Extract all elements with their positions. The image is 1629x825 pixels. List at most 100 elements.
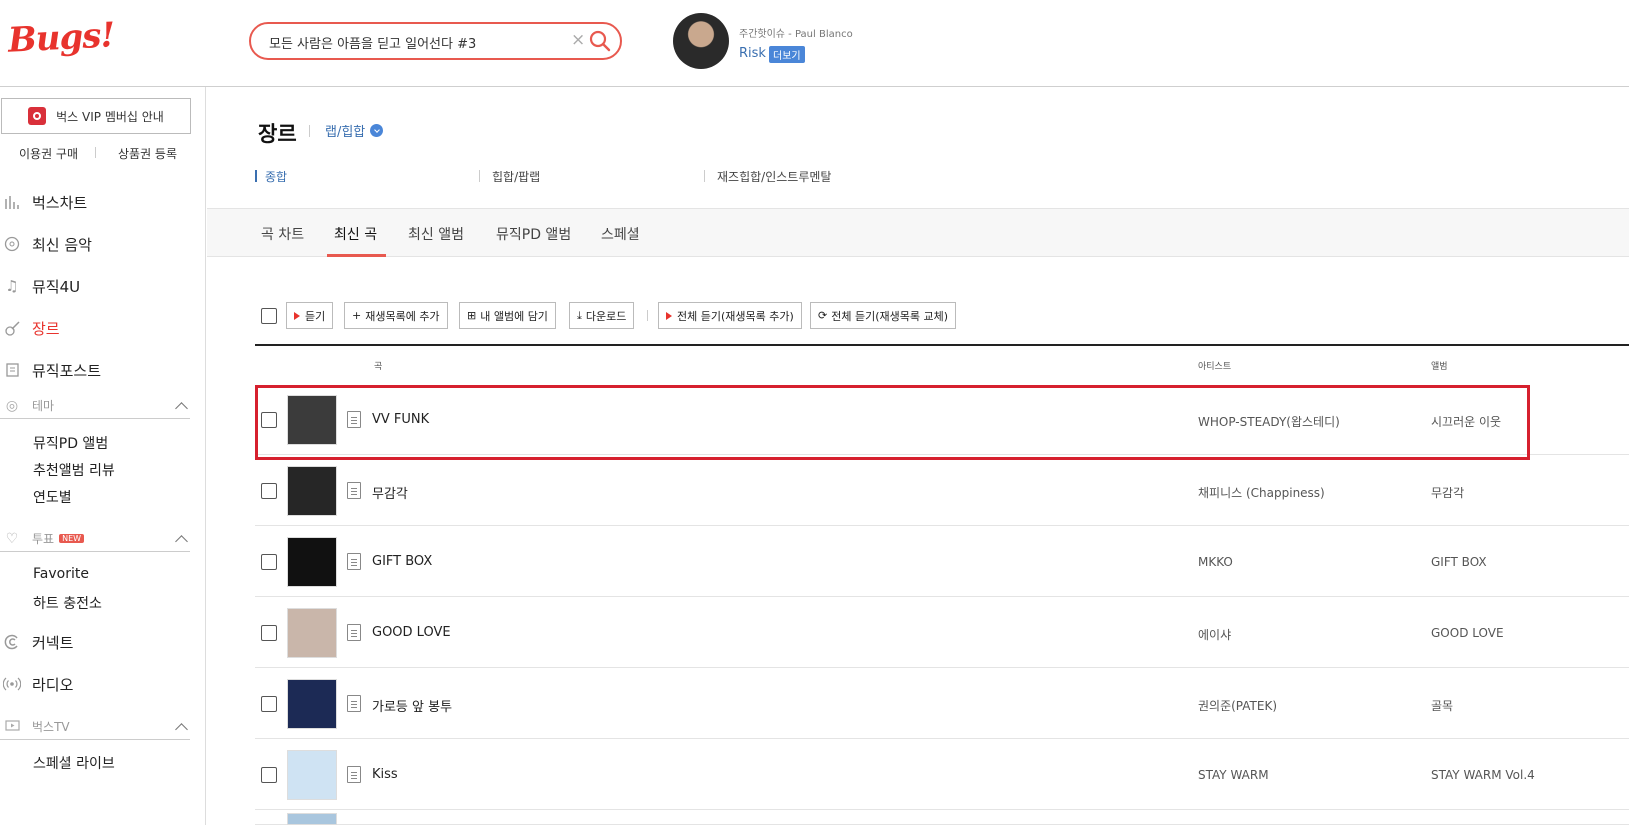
chevron-up-icon[interactable]: [175, 402, 188, 415]
chart-icon: [2, 192, 22, 212]
chevron-down-icon: [370, 124, 384, 137]
promo-title[interactable]: Risk: [739, 46, 766, 61]
page-title: 장르: [258, 122, 297, 146]
sidebar-sub-item[interactable]: Favorite: [33, 566, 89, 582]
vip-membership-button[interactable]: 벅스 VIP 멤버십 안내: [1, 98, 191, 134]
sidebar-item-connect[interactable]: 커넥트: [0, 630, 73, 654]
listen-all-add-button[interactable]: 전체 듣기(재생목록 추가): [658, 302, 802, 329]
subgenre-tab-all[interactable]: 종합: [265, 168, 287, 185]
lyrics-icon[interactable]: [347, 624, 361, 641]
column-header-album: 앨범: [1431, 362, 1448, 372]
lyrics-icon[interactable]: [347, 482, 361, 499]
table-row[interactable]: GIFT BOX MKKO GIFT BOX: [255, 527, 1629, 597]
divider: [704, 170, 705, 182]
album-cover[interactable]: [287, 466, 337, 516]
sidebar-item-music-post[interactable]: 뮤직포스트: [0, 358, 101, 382]
genre-dropdown[interactable]: 랩/힙합: [325, 121, 384, 140]
sidebar-item-bugs-chart[interactable]: 벅스차트: [0, 190, 87, 214]
button-label: 전체 듣기(재생목록 교체): [831, 309, 948, 323]
song-album[interactable]: 골목: [1431, 697, 1453, 714]
row-checkbox[interactable]: [261, 483, 277, 499]
sidebar-item-genre[interactable]: 장르: [0, 316, 60, 340]
add-to-album-button[interactable]: ⊞ 내 앨범에 담기: [459, 302, 556, 329]
search-box: ×: [249, 22, 622, 60]
tab-latest-albums[interactable]: 최신 앨범: [408, 224, 464, 244]
song-artist[interactable]: 권의준(PATEK): [1198, 697, 1277, 714]
tab-latest-songs[interactable]: 최신 곡: [334, 224, 377, 244]
clear-icon[interactable]: ×: [571, 30, 585, 50]
promo-more-badge[interactable]: 더보기: [769, 46, 805, 63]
album-cover[interactable]: [287, 750, 337, 800]
sidebar-sub-item[interactable]: 하트 충전소: [33, 593, 102, 613]
sidebar-item-new-music[interactable]: 최신 음악: [0, 232, 92, 256]
promo-avatar[interactable]: [673, 13, 729, 69]
bugs-logo[interactable]: Bugs!: [7, 15, 115, 61]
album-cover[interactable]: [287, 537, 337, 587]
search-input[interactable]: [269, 32, 554, 52]
table-header-line: [255, 344, 1629, 346]
song-album[interactable]: GIFT BOX: [1431, 555, 1487, 569]
sidebar-sub-item[interactable]: 스페셜 라이브: [33, 753, 115, 773]
song-artist[interactable]: STAY WARM: [1198, 768, 1269, 782]
sidebar-item-label: 장르: [32, 319, 60, 338]
listen-button[interactable]: 듣기: [286, 302, 334, 329]
album-cover[interactable]: [287, 679, 337, 729]
song-album[interactable]: GOOD LOVE: [1431, 626, 1504, 640]
section-vote[interactable]: ♡ 투표 NEW: [0, 526, 190, 552]
song-title[interactable]: VV FUNK: [372, 412, 429, 427]
table-row[interactable]: Kiss STAY WARM STAY WARM Vol.4: [255, 740, 1629, 810]
song-album[interactable]: STAY WARM Vol.4: [1431, 768, 1535, 782]
download-button[interactable]: ⤓ 다운로드: [569, 302, 635, 329]
row-checkbox[interactable]: [261, 412, 277, 428]
promo-subtitle: 주간핫이슈 - Paul Blanco: [739, 29, 853, 40]
song-title[interactable]: GIFT BOX: [372, 554, 432, 569]
song-album[interactable]: 무감각: [1431, 484, 1464, 501]
tab-musicpd-albums[interactable]: 뮤직PD 앨범: [496, 224, 571, 244]
song-title[interactable]: Kiss: [372, 767, 398, 782]
album-cover[interactable]: [287, 813, 337, 825]
row-checkbox[interactable]: [261, 554, 277, 570]
song-artist[interactable]: 에이샤: [1198, 626, 1231, 643]
sidebar-sub-item[interactable]: 뮤직PD 앨범: [33, 433, 108, 453]
row-checkbox[interactable]: [261, 625, 277, 641]
tab-special[interactable]: 스페셜: [601, 224, 640, 244]
song-artist[interactable]: MKKO: [1198, 555, 1233, 569]
album-cover[interactable]: [287, 395, 337, 445]
lyrics-icon[interactable]: [347, 411, 361, 428]
table-row[interactable]: GOOD LOVE 에이샤 GOOD LOVE: [255, 598, 1629, 668]
search-icon[interactable]: [589, 30, 611, 52]
song-title[interactable]: 가로등 앞 봉투: [372, 696, 452, 715]
song-artist[interactable]: WHOP-STEADY(왑스테디): [1198, 413, 1340, 430]
sidebar-sub-item[interactable]: 추천앨범 리뷰: [33, 460, 115, 480]
section-theme[interactable]: ◎ 테마: [0, 393, 190, 419]
song-title[interactable]: GOOD LOVE: [372, 625, 451, 640]
table-row[interactable]: VV FUNK WHOP-STEADY(왑스테디) 시끄러운 이웃: [255, 385, 1629, 455]
table-row[interactable]: 가로등 앞 봉투 권의준(PATEK) 골목: [255, 669, 1629, 739]
listen-all-replace-button[interactable]: ⟳ 전체 듣기(재생목록 교체): [810, 302, 956, 329]
song-title[interactable]: 무감각: [372, 483, 408, 502]
subgenre-tab-hiphop[interactable]: 힙합/팝랩: [492, 168, 540, 185]
chevron-up-icon[interactable]: [175, 723, 188, 736]
chevron-up-icon[interactable]: [175, 535, 188, 548]
lyrics-icon[interactable]: [347, 553, 361, 570]
row-checkbox[interactable]: [261, 696, 277, 712]
lyrics-icon[interactable]: [347, 695, 361, 712]
lyrics-icon[interactable]: [347, 766, 361, 783]
sidebar-sub-item[interactable]: 연도별: [33, 487, 72, 507]
section-bugstv[interactable]: 벅스TV: [0, 714, 190, 740]
select-all-checkbox[interactable]: [261, 308, 277, 324]
subgenre-tab-jazzhiphop[interactable]: 재즈힙합/인스트루멘탈: [717, 168, 831, 185]
add-to-playlist-button[interactable]: + 재생목록에 추가: [344, 302, 448, 329]
active-indicator: [255, 170, 257, 182]
sidebar-item-radio[interactable]: 라디오: [0, 672, 73, 696]
row-checkbox[interactable]: [261, 767, 277, 783]
tab-song-chart[interactable]: 곡 차트: [261, 224, 304, 244]
sidebar-item-music4u[interactable]: ♫ 뮤직4U: [0, 274, 80, 298]
table-row[interactable]: 무감각 채피니스 (Chappiness) 무감각: [255, 456, 1629, 526]
song-artist[interactable]: 채피니스 (Chappiness): [1198, 484, 1325, 501]
song-album[interactable]: 시끄러운 이웃: [1431, 413, 1501, 430]
table-row[interactable]: [255, 811, 1629, 825]
buy-pass-link[interactable]: 이용권 구매: [19, 145, 78, 162]
album-cover[interactable]: [287, 608, 337, 658]
register-coupon-link[interactable]: 상품권 등록: [118, 145, 177, 162]
